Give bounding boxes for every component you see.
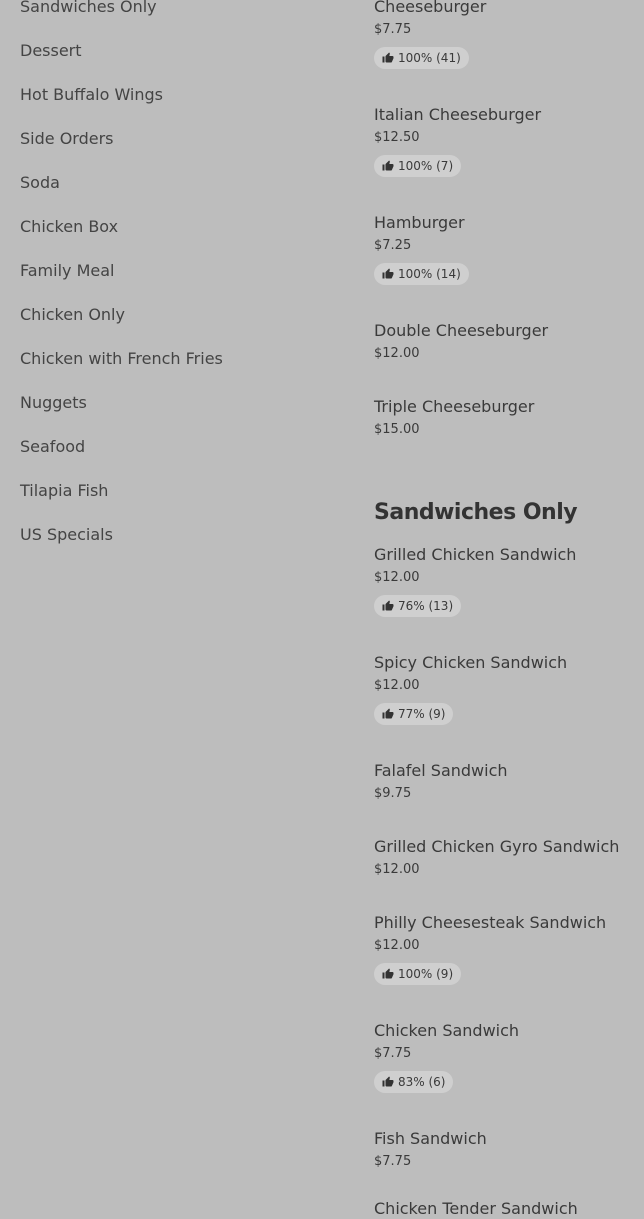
- rating-text: 76% (13): [398, 599, 454, 613]
- menu-item-name: Fish Sandwich: [374, 1129, 487, 1148]
- menu-item-name: Double Cheeseburger: [374, 321, 549, 340]
- menu-item-price: $7.75: [374, 22, 412, 37]
- thumbs-up-icon: [382, 600, 394, 611]
- rating-text: 77% (9): [398, 707, 446, 721]
- category-sidebar: Sandwiches Only Dessert Hot Buffalo Wing…: [20, 0, 340, 559]
- rating-badge: 77% (9): [374, 703, 454, 725]
- menu-item-card[interactable]: Grilled Chicken Gyro Sandwich $12.00: [374, 837, 644, 878]
- menu-item-name: Falafel Sandwich: [374, 761, 508, 780]
- menu-item-card[interactable]: Grilled Chicken Sandwich $12.00 76% (13): [374, 545, 644, 617]
- menu-item-name: Chicken Tender Sandwich: [374, 1199, 578, 1218]
- menu-item-price: $15.00: [374, 422, 420, 437]
- thumbs-up-icon: [382, 708, 394, 719]
- rating-text: 100% (7): [398, 159, 454, 173]
- menu-item-price: $12.00: [374, 570, 420, 585]
- menu-item-card[interactable]: Triple Cheeseburger $15.00: [374, 397, 644, 438]
- menu-item-name: Spicy Chicken Sandwich: [374, 653, 568, 672]
- rating-text: 100% (41): [398, 51, 461, 65]
- menu-item-price: $12.00: [374, 862, 420, 877]
- thumbs-up-icon: [382, 160, 394, 171]
- category-link-nuggets[interactable]: Nuggets: [20, 383, 340, 427]
- category-link-chicken-box[interactable]: Chicken Box: [20, 207, 340, 251]
- menu-item-name: Cheeseburger: [374, 0, 487, 16]
- thumbs-up-icon: [382, 52, 394, 63]
- menu-item-name: Chicken Sandwich: [374, 1021, 520, 1040]
- category-link-seafood[interactable]: Seafood: [20, 427, 340, 471]
- rating-badge: 76% (13): [374, 595, 462, 617]
- rating-text: 100% (9): [398, 967, 454, 981]
- menu-item-card[interactable]: Falafel Sandwich $9.75: [374, 761, 644, 802]
- menu-item-card[interactable]: Cheeseburger $7.75 100% (41): [374, 0, 644, 69]
- menu-item-card[interactable]: Spicy Chicken Sandwich $12.00 77% (9): [374, 653, 644, 725]
- category-link-chicken-only[interactable]: Chicken Only: [20, 295, 340, 339]
- menu-item-card[interactable]: Double Cheeseburger $12.00: [374, 321, 644, 362]
- category-link-side-orders[interactable]: Side Orders: [20, 119, 340, 163]
- category-link-chicken-with-french-fries[interactable]: Chicken with French Fries: [20, 339, 340, 383]
- category-link-tilapia-fish[interactable]: Tilapia Fish: [20, 471, 340, 515]
- rating-badge: 100% (14): [374, 263, 469, 285]
- menu-item-price: $7.75: [374, 1154, 412, 1169]
- category-link-soda[interactable]: Soda: [20, 163, 340, 207]
- menu-item-card[interactable]: Chicken Tender Sandwich: [374, 1199, 644, 1219]
- category-link-hot-buffalo-wings[interactable]: Hot Buffalo Wings: [20, 75, 340, 119]
- menu-item-price: $12.00: [374, 938, 420, 953]
- menu-item-price: $7.25: [374, 238, 412, 253]
- rating-badge: 100% (41): [374, 47, 469, 69]
- menu-item-card[interactable]: Hamburger $7.25 100% (14): [374, 213, 644, 285]
- category-link-family-meal[interactable]: Family Meal: [20, 251, 340, 295]
- menu-item-price: $12.00: [374, 678, 420, 693]
- menu-item-card[interactable]: Italian Cheeseburger $12.50 100% (7): [374, 105, 644, 177]
- menu-item-name: Italian Cheeseburger: [374, 105, 542, 124]
- rating-text: 100% (14): [398, 267, 461, 281]
- category-link-us-specials[interactable]: US Specials: [20, 515, 340, 559]
- menu-item-name: Grilled Chicken Sandwich: [374, 545, 577, 564]
- menu-item-price: $12.00: [374, 346, 420, 361]
- rating-badge: 100% (7): [374, 155, 462, 177]
- menu-item-name: Philly Cheesesteak Sandwich: [374, 913, 607, 932]
- rating-badge: 100% (9): [374, 963, 462, 985]
- thumbs-up-icon: [382, 1076, 394, 1087]
- menu-item-name: Triple Cheeseburger: [374, 397, 535, 416]
- menu-item-price: $7.75: [374, 1046, 412, 1061]
- menu-item-name: Grilled Chicken Gyro Sandwich: [374, 837, 620, 856]
- thumbs-up-icon: [382, 968, 394, 979]
- category-link-sandwiches-only[interactable]: Sandwiches Only: [20, 0, 340, 31]
- menu-item-name: Hamburger: [374, 213, 465, 232]
- menu-item-card[interactable]: Philly Cheesesteak Sandwich $12.00 100% …: [374, 913, 644, 985]
- category-link-dessert[interactable]: Dessert: [20, 31, 340, 75]
- rating-badge: 83% (6): [374, 1071, 454, 1093]
- menu-item-card[interactable]: Chicken Sandwich $7.75 83% (6): [374, 1021, 644, 1093]
- rating-text: 83% (6): [398, 1075, 446, 1089]
- menu-item-price: $9.75: [374, 786, 412, 801]
- menu-item-price: $12.50: [374, 130, 420, 145]
- menu-item-card[interactable]: Fish Sandwich $7.75: [374, 1129, 644, 1170]
- section-heading-sandwiches-only: Sandwiches Only: [374, 500, 578, 525]
- thumbs-up-icon: [382, 268, 394, 279]
